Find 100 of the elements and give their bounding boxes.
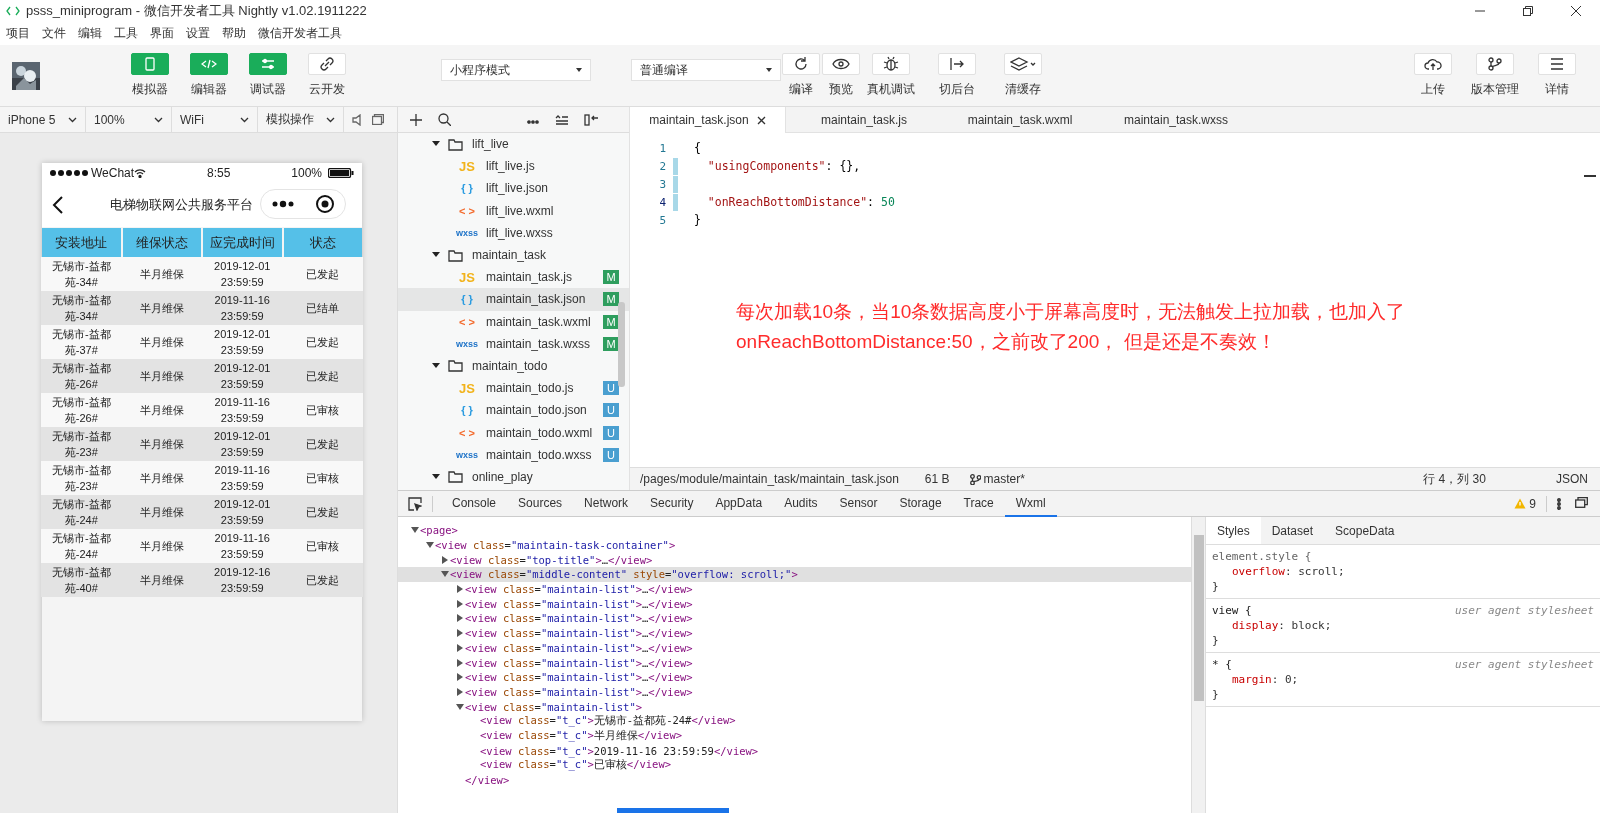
toolbar-action-button[interactable]: 版本管理 bbox=[1464, 53, 1526, 98]
xml-node[interactable]: <view class="t_c">半月维保</view> bbox=[480, 728, 683, 743]
xml-node[interactable]: <view class="maintain-list">…</view> bbox=[465, 612, 693, 625]
menu-item[interactable]: 文件 bbox=[42, 25, 66, 42]
close-icon[interactable] bbox=[1571, 6, 1581, 16]
simulator-select[interactable]: WiFi bbox=[172, 106, 258, 133]
xml-node[interactable]: <view class="maintain-list"> bbox=[465, 700, 643, 713]
simulator-select[interactable]: iPhone 5 bbox=[0, 106, 86, 133]
scrollbar-thumb[interactable] bbox=[1194, 535, 1204, 701]
styles-tab[interactable]: Dataset bbox=[1260, 517, 1325, 544]
editor-tab[interactable]: maintain_task.json bbox=[630, 107, 786, 133]
file-item[interactable]: wxss maintain_task.wxss M bbox=[398, 332, 629, 355]
file-item[interactable]: wxss lift_live.wxss bbox=[398, 221, 629, 244]
back-icon[interactable] bbox=[52, 196, 64, 214]
xml-node[interactable]: <view class="maintain-list">…</view> bbox=[465, 685, 693, 698]
xml-node[interactable]: <view class="maintain-list">…</view> bbox=[465, 671, 693, 684]
folder-item[interactable]: maintain_task bbox=[398, 243, 629, 267]
editor-tab[interactable]: maintain_task.wxss bbox=[1098, 107, 1254, 133]
folder-item[interactable]: maintain_todo bbox=[398, 354, 629, 378]
menu-item[interactable]: 微信开发者工具 bbox=[258, 25, 342, 42]
devtools-tab[interactable]: AppData bbox=[704, 490, 774, 517]
xml-node[interactable]: <view class="t_c">2019-11-16 23:59:59</view> bbox=[480, 744, 759, 757]
closing-brace: } bbox=[1212, 634, 1219, 647]
devtools-tab[interactable]: Console bbox=[441, 490, 508, 517]
table-cell: 已结单 bbox=[282, 291, 363, 325]
menu-item[interactable]: 设置 bbox=[186, 25, 210, 42]
devtools-tab[interactable]: Sources bbox=[507, 490, 574, 517]
styles-tab[interactable]: Styles bbox=[1206, 517, 1261, 544]
xml-node[interactable]: <view class="t_c">无锡市-益都苑-24#</view> bbox=[480, 714, 736, 729]
chevron-down-icon bbox=[326, 116, 335, 123]
file-item[interactable]: JS maintain_task.js M bbox=[398, 266, 629, 289]
code-icon bbox=[200, 59, 217, 69]
menu-item[interactable]: 界面 bbox=[150, 25, 174, 42]
simulator-select[interactable]: 100% bbox=[86, 106, 172, 133]
menu-item[interactable]: 帮助 bbox=[222, 25, 246, 42]
language-mode[interactable]: JSON bbox=[1556, 472, 1588, 486]
scrollbar-thumb[interactable] bbox=[617, 808, 729, 813]
scrollbar-thumb[interactable] bbox=[618, 302, 625, 387]
mode-select[interactable]: 小程序模式 bbox=[441, 59, 591, 81]
devtools-tab[interactable]: Storage bbox=[888, 490, 953, 517]
table-cell: 半月维保 bbox=[121, 461, 202, 495]
file-item[interactable]: { } maintain_task.json M bbox=[398, 288, 629, 311]
xml-node[interactable]: <page> bbox=[420, 524, 458, 537]
devtools-tab[interactable]: Network bbox=[573, 490, 640, 517]
toolbar-action-button[interactable]: 编译 bbox=[781, 53, 821, 98]
toolbar-action-button[interactable]: 清缓存 bbox=[993, 53, 1053, 98]
more-dots-icon[interactable] bbox=[272, 200, 294, 208]
view-toggle-button[interactable]: 调试器 bbox=[238, 53, 297, 98]
status-badge: M bbox=[603, 336, 619, 351]
restore-icon[interactable] bbox=[1523, 6, 1533, 16]
speaker-icon bbox=[352, 113, 362, 126]
xml-node[interactable]: <view class="maintain-list">…</view> bbox=[465, 656, 693, 669]
menu-item[interactable]: 项目 bbox=[6, 25, 30, 42]
exit-icon bbox=[949, 57, 965, 71]
toolbar-action-button[interactable]: 切后台 bbox=[927, 53, 987, 98]
table-cell: 已发起 bbox=[282, 427, 363, 461]
code-line: { bbox=[694, 141, 701, 155]
devtools-tab[interactable]: Trace bbox=[952, 490, 1005, 517]
file-item[interactable]: { } maintain_todo.json U bbox=[398, 399, 629, 422]
close-target-icon[interactable] bbox=[316, 195, 334, 213]
xml-node[interactable]: <view class="maintain-list">…</view> bbox=[465, 627, 693, 640]
phone-icon bbox=[144, 57, 155, 71]
file-item[interactable]: wxss maintain_todo.wxss U bbox=[398, 443, 629, 466]
compile-select[interactable]: 普通编译 bbox=[631, 59, 781, 81]
view-toggle-button[interactable]: 编辑器 bbox=[179, 53, 238, 98]
css-declaration: display: block; bbox=[1232, 619, 1332, 632]
file-item[interactable]: { } lift_live.json bbox=[398, 177, 629, 200]
folder-item[interactable]: online_play bbox=[398, 465, 629, 488]
editor-tab[interactable]: maintain_task.js bbox=[786, 107, 942, 133]
simulator-select[interactable]: 模拟操作 bbox=[258, 106, 344, 133]
devtools-tab[interactable]: Sensor bbox=[828, 490, 889, 517]
devtools-tab[interactable]: Security bbox=[639, 490, 705, 517]
xml-node[interactable]: <view class="maintain-list">…</view> bbox=[465, 597, 693, 610]
file-item[interactable]: < > maintain_todo.wxml U bbox=[398, 421, 629, 444]
table-cell: 2019-11-16 23:59:59 bbox=[202, 461, 283, 495]
menu-item[interactable]: 工具 bbox=[114, 25, 138, 42]
file-item[interactable]: JS lift_live.js bbox=[398, 155, 629, 178]
menu-item[interactable]: 编辑 bbox=[78, 25, 102, 42]
toolbar-action-button[interactable]: 上传 bbox=[1402, 53, 1464, 98]
view-toggle-button[interactable]: 云开发 bbox=[297, 53, 356, 98]
status-badge: U bbox=[603, 447, 619, 462]
git-branch[interactable]: master* bbox=[983, 472, 1025, 486]
xml-node[interactable]: <view class="t_c">已审核</view> bbox=[480, 758, 672, 773]
warning-count[interactable]: 9 bbox=[1529, 496, 1536, 511]
editor-tab[interactable]: maintain_task.wxml bbox=[942, 107, 1098, 133]
view-toggle-button[interactable]: 模拟器 bbox=[120, 53, 179, 98]
toolbar-action-button[interactable]: 真机调试 bbox=[861, 53, 921, 98]
styles-tab[interactable]: ScopeData bbox=[1324, 517, 1406, 544]
file-item[interactable]: JS maintain_todo.js U bbox=[398, 377, 629, 400]
xml-node[interactable]: <view class="maintain-list">…</view> bbox=[465, 641, 693, 654]
devtools-tab[interactable]: Audits bbox=[773, 490, 829, 517]
toolbar-action-button[interactable]: 详情 bbox=[1526, 53, 1588, 98]
xml-node[interactable]: <view class="top-title">…</view> bbox=[450, 553, 653, 566]
file-item[interactable]: < > lift_live.wxml bbox=[398, 199, 629, 222]
capsule-menu[interactable] bbox=[260, 189, 346, 219]
toolbar-action-button[interactable]: 预览 bbox=[821, 53, 861, 98]
xml-node[interactable]: <view class="maintain-task-container"> bbox=[435, 539, 676, 552]
file-item[interactable]: < > maintain_task.wxml M bbox=[398, 310, 629, 333]
xml-node[interactable]: <view class="maintain-list">…</view> bbox=[465, 583, 693, 596]
folder-item[interactable]: lift_live bbox=[398, 133, 629, 156]
